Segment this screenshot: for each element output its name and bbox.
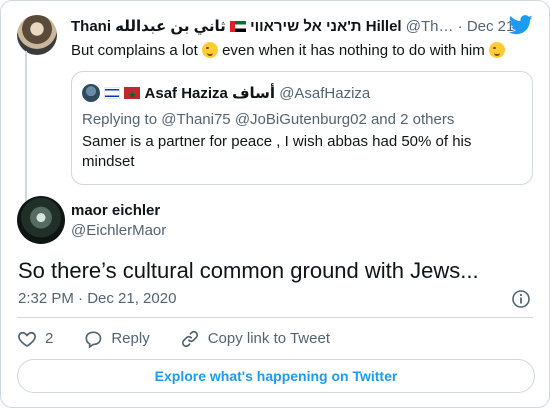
action-bar: 2 Reply Copy link to Tweet (17, 327, 360, 351)
quoted-header: Asaf Haziza أساف @AsafHaziza (82, 84, 370, 105)
main-handle[interactable]: @EichlerMaor (71, 221, 166, 241)
divider (17, 317, 533, 318)
parent-separator: · (457, 18, 463, 35)
like-button[interactable]: 2 (17, 329, 53, 349)
parent-avatar[interactable] (17, 15, 57, 55)
tweet-embed-card: Thani ת'אני אל שיראווי ثاني بن عبدالله H… (0, 0, 550, 408)
explore-button[interactable]: Explore what's happening on Twitter (17, 359, 535, 393)
quoted-display-name-arabic[interactable]: أساف (232, 85, 275, 102)
quoted-display-name[interactable]: Asaf Haziza (145, 85, 228, 102)
main-avatar[interactable] (17, 196, 65, 244)
uae-flag-icon (229, 21, 246, 32)
main-tweet-text: So there’s cultural common ground with J… (18, 258, 479, 283)
parent-text-before: But complains a lot (71, 42, 198, 59)
twitter-bird-icon[interactable] (509, 15, 533, 35)
quoted-tweet-text: Samer is a partner for peace , I wish ab… (82, 133, 472, 170)
wink-emoji-icon (201, 42, 218, 58)
parent-handle[interactable]: @Th… (406, 18, 454, 35)
info-icon[interactable] (511, 289, 531, 309)
reply-label: Reply (111, 330, 150, 347)
like-count: 2 (45, 330, 54, 347)
replying-to: Replying to @Thani75 @JoBiGutenburg02 an… (82, 111, 455, 128)
thread-connector-line (25, 51, 27, 201)
link-icon (181, 330, 198, 348)
reply-button[interactable]: Reply (83, 329, 150, 349)
quoted-tweet[interactable]: Asaf Haziza أساف @AsafHaziza Replying to… (71, 71, 533, 185)
quoted-handle[interactable]: @AsafHaziza (279, 85, 370, 102)
copy-link-button[interactable]: Copy link to Tweet (180, 329, 330, 349)
main-display-name[interactable]: maor eichler (71, 201, 160, 221)
parent-text-after: even when it has nothing to do with him (222, 42, 485, 59)
heart-icon (18, 331, 36, 348)
israel-flag-icon (104, 87, 121, 99)
reply-bubble-icon (85, 331, 102, 349)
wink-emoji-icon (488, 42, 505, 58)
tweet-timestamp[interactable]: 2:32 PM · Dec 21, 2020 (18, 289, 176, 309)
parent-tweet-text: But complains a lot even when it has not… (71, 41, 541, 61)
quoted-avatar[interactable] (82, 84, 100, 102)
parent-header: Thani ת'אני אל שיראווי ثاني بن عبدالله H… (71, 17, 523, 37)
morocco-flag-icon (124, 85, 141, 105)
copy-link-label: Copy link to Tweet (207, 330, 330, 347)
